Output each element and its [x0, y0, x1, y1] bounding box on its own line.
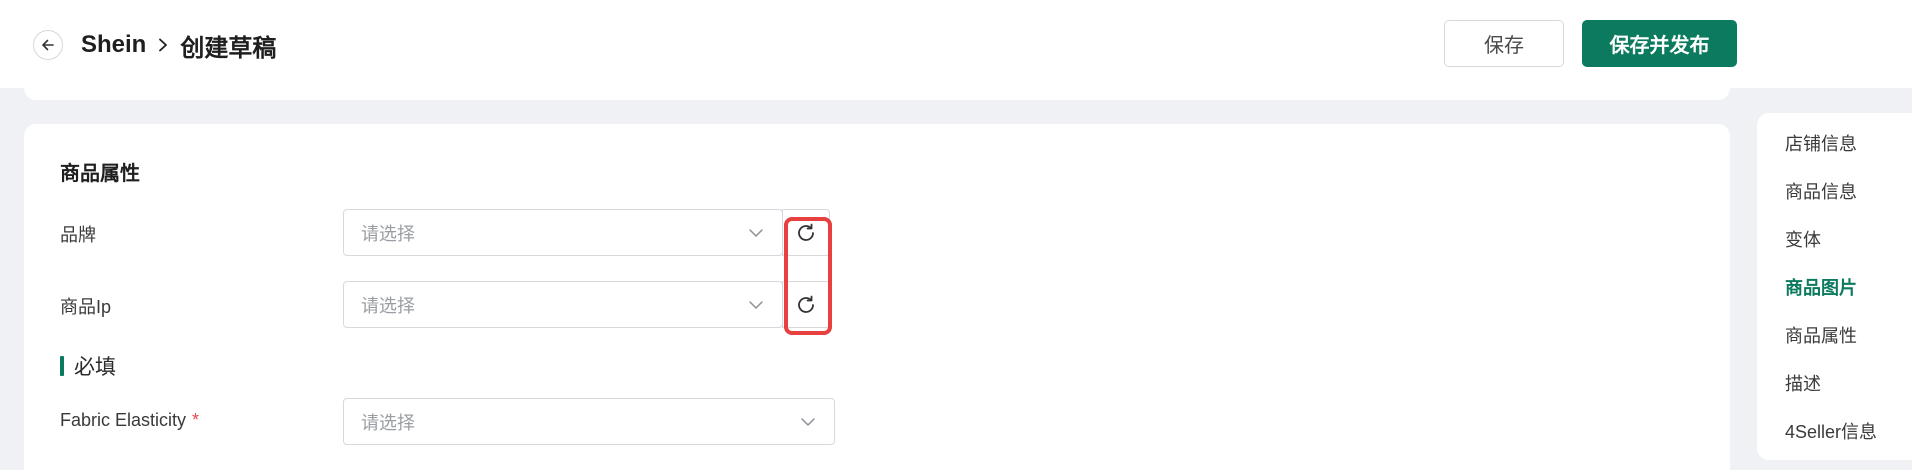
page-title: Shein 创建草稿 [81, 28, 276, 62]
fabric-elasticity-select-placeholder: 请选择 [361, 412, 415, 433]
chevron-right-icon [156, 37, 170, 53]
refresh-icon [795, 294, 817, 316]
required-subsection-title: 必填 [74, 356, 116, 379]
back-arrow-icon [40, 37, 56, 53]
product-ip-select-placeholder: 请选择 [361, 295, 415, 316]
fabric-elasticity-label: Fabric Elasticity * [60, 410, 199, 431]
breadcrumb-platform: Shein [81, 31, 147, 58]
nav-item-description[interactable]: 描述 [1785, 370, 1821, 396]
brand-select-placeholder: 请选择 [361, 223, 415, 244]
subsection-accent-bar [60, 356, 64, 376]
nav-item-4seller-info[interactable]: 4Seller信息 [1785, 418, 1877, 444]
brand-select[interactable]: 请选择 [343, 209, 783, 256]
chevron-down-icon [748, 228, 764, 238]
save-and-publish-button[interactable]: 保存并发布 [1582, 20, 1737, 67]
nav-item-store-info[interactable]: 店铺信息 [1785, 130, 1857, 156]
fabric-elasticity-label-text: Fabric Elasticity [60, 410, 187, 430]
required-subsection-heading: 必填 [60, 352, 116, 380]
fabric-elasticity-select[interactable]: 请选择 [343, 398, 835, 445]
refresh-icon [795, 222, 817, 244]
nav-item-product-images[interactable]: 商品图片 [1785, 274, 1857, 300]
brand-refresh-button[interactable] [782, 209, 830, 256]
breadcrumb-page: 创建草稿 [180, 34, 277, 62]
save-button[interactable]: 保存 [1444, 20, 1564, 67]
attributes-card [24, 124, 1730, 470]
product-ip-label: 商品Ip [60, 297, 112, 317]
brand-label: 品牌 [60, 225, 96, 245]
section-title: 商品属性 [60, 163, 140, 185]
nav-item-product-attributes[interactable]: 商品属性 [1785, 322, 1857, 348]
nav-item-product-info[interactable]: 商品信息 [1785, 178, 1857, 204]
product-ip-select[interactable]: 请选择 [343, 281, 783, 328]
nav-item-variants[interactable]: 变体 [1785, 226, 1821, 252]
required-asterisk: * [192, 410, 200, 430]
chevron-down-icon [800, 417, 816, 427]
chevron-down-icon [748, 300, 764, 310]
product-ip-refresh-button[interactable] [782, 281, 830, 328]
previous-card-edge [24, 80, 1730, 100]
back-button[interactable] [33, 30, 63, 60]
